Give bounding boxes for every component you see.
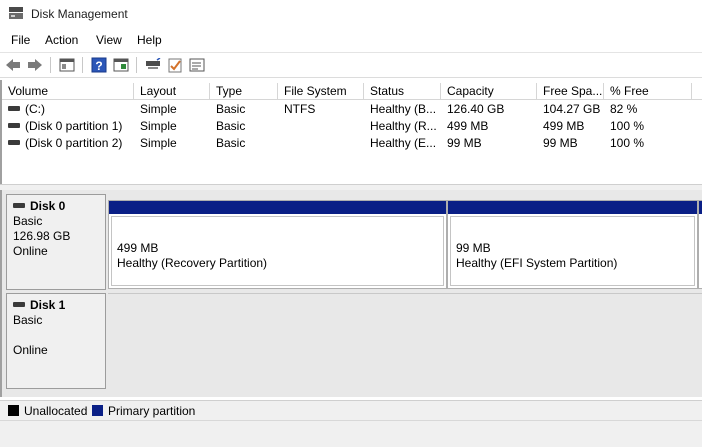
help-icon[interactable]: ? xyxy=(90,56,108,74)
disk-0-title: Disk 0 xyxy=(13,199,105,214)
layout-cell: Simple xyxy=(140,119,177,133)
status-bar xyxy=(0,420,702,447)
volume-row[interactable]: (Disk 0 partition 2) Simple Basic Health… xyxy=(2,135,702,152)
disk-size xyxy=(13,328,105,343)
drive-icon xyxy=(8,123,20,129)
disk-type: Basic xyxy=(13,214,43,228)
free-space-cell: 99 MB xyxy=(543,136,578,150)
drive-icon xyxy=(8,106,20,112)
svg-text:?: ? xyxy=(95,59,102,73)
check-icon[interactable] xyxy=(166,56,184,74)
toolbar: ? xyxy=(0,52,702,78)
title-bar: Disk Management xyxy=(0,0,702,28)
volume-row[interactable]: (Disk 0 partition 1) Simple Basic Health… xyxy=(2,118,702,135)
disk-0-label[interactable]: Disk 0 Basic 126.98 GB Online xyxy=(6,194,106,290)
partition-size: 99 MB xyxy=(456,241,491,255)
capacity-cell: 499 MB xyxy=(447,119,489,133)
type-cell: Basic xyxy=(216,102,246,116)
disk-1-area[interactable] xyxy=(108,293,702,389)
status-cell: Healthy (B... xyxy=(370,102,437,116)
disk-state: Online xyxy=(13,343,48,357)
partition-c-volume-edge[interactable] xyxy=(698,200,702,289)
volume-name: (Disk 0 partition 1) xyxy=(25,119,123,133)
drive-icon xyxy=(8,140,20,146)
disk-state: Online xyxy=(13,244,48,258)
partition-status: Healthy (Recovery Partition) xyxy=(117,256,268,270)
legend: Unallocated Primary partition xyxy=(0,400,702,420)
disk-1-label[interactable]: Disk 1 Basic Online xyxy=(6,293,106,389)
disk-graph-pane: Disk 0 Basic 126.98 GB Online 499 MB Hea… xyxy=(0,190,702,397)
primary-partition-swatch xyxy=(92,405,103,416)
menu-file[interactable]: File xyxy=(11,33,30,47)
primary-partition-bar xyxy=(109,201,446,214)
percent-free-cell: 100 % xyxy=(610,119,645,133)
volume-cell: (Disk 0 partition 2) xyxy=(8,135,134,152)
disk-name: Disk 1 xyxy=(30,298,66,312)
column-header-percent-free[interactable]: % Free xyxy=(604,83,692,100)
menu-action[interactable]: Action xyxy=(45,33,78,47)
column-header-status[interactable]: Status xyxy=(364,83,441,100)
back-arrow-icon[interactable] xyxy=(4,56,22,74)
volume-row[interactable]: (C:) Simple Basic NTFS Healthy (B... 126… xyxy=(2,101,702,118)
partition-size: 499 MB xyxy=(117,241,159,255)
percent-free-cell: 82 % xyxy=(610,102,638,116)
drive-icon xyxy=(13,203,25,209)
window-title: Disk Management xyxy=(31,7,128,21)
properties-icon[interactable] xyxy=(112,56,130,74)
column-header-file-system[interactable]: File System xyxy=(278,83,364,100)
unallocated-swatch xyxy=(8,405,19,416)
menu-help[interactable]: Help xyxy=(137,33,162,47)
primary-partition-bar xyxy=(448,201,697,214)
menu-bar: File Action View Help xyxy=(0,30,702,50)
volume-name: (Disk 0 partition 2) xyxy=(25,136,123,150)
toolbar-separator xyxy=(50,57,51,73)
capacity-cell: 99 MB xyxy=(447,136,482,150)
type-cell: Basic xyxy=(216,136,246,150)
disk-type: Basic xyxy=(13,313,43,327)
partition-status: Healthy (EFI System Partition) xyxy=(456,256,618,270)
free-space-cell: 104.27 GB xyxy=(543,102,601,116)
partition-body: 99 MB Healthy (EFI System Partition) xyxy=(450,216,695,286)
toolbar-separator xyxy=(82,57,83,73)
column-header-free-space[interactable]: Free Spa... xyxy=(537,83,604,100)
disk-management-icon xyxy=(9,7,23,19)
free-space-cell: 499 MB xyxy=(543,119,585,133)
volume-cell: (Disk 0 partition 1) xyxy=(8,118,134,135)
status-cell: Healthy (E... xyxy=(370,136,437,150)
volume-list-header: Volume Layout Type File System Status Ca… xyxy=(2,83,702,100)
disk-size: 126.98 GB xyxy=(13,229,71,243)
partition-body: 499 MB Healthy (Recovery Partition) xyxy=(111,216,444,286)
volume-list-pane: Volume Layout Type File System Status Ca… xyxy=(0,80,702,184)
partition-efi[interactable]: 99 MB Healthy (EFI System Partition) xyxy=(447,200,698,289)
capacity-cell: 126.40 GB xyxy=(447,102,505,116)
percent-free-cell: 100 % xyxy=(610,136,645,150)
file-system-cell: NTFS xyxy=(284,102,316,116)
disk-1-title: Disk 1 xyxy=(13,298,105,313)
volume-cell: (C:) xyxy=(8,101,134,118)
disk-name: Disk 0 xyxy=(30,199,66,213)
drive-icon xyxy=(13,302,25,308)
connect-icon[interactable] xyxy=(144,56,162,74)
file-system-cell xyxy=(284,135,364,152)
column-header-capacity[interactable]: Capacity xyxy=(441,83,537,100)
forward-arrow-icon[interactable] xyxy=(26,56,44,74)
console-tree-icon[interactable] xyxy=(58,56,76,74)
status-cell: Healthy (R... xyxy=(370,119,437,133)
partition-recovery[interactable]: 499 MB Healthy (Recovery Partition) xyxy=(108,200,447,289)
layout-cell: Simple xyxy=(140,102,177,116)
column-header-volume[interactable]: Volume xyxy=(2,83,134,100)
file-system-cell xyxy=(284,118,364,135)
column-header-layout[interactable]: Layout xyxy=(134,83,210,100)
column-header-type[interactable]: Type xyxy=(210,83,278,100)
legend-primary-partition: Primary partition xyxy=(108,404,196,418)
type-cell: Basic xyxy=(216,119,246,133)
list-icon[interactable] xyxy=(188,56,206,74)
legend-unallocated: Unallocated xyxy=(24,404,88,418)
toolbar-separator xyxy=(136,57,137,73)
volume-name: (C:) xyxy=(25,102,45,116)
layout-cell: Simple xyxy=(140,136,177,150)
menu-view[interactable]: View xyxy=(96,33,122,47)
